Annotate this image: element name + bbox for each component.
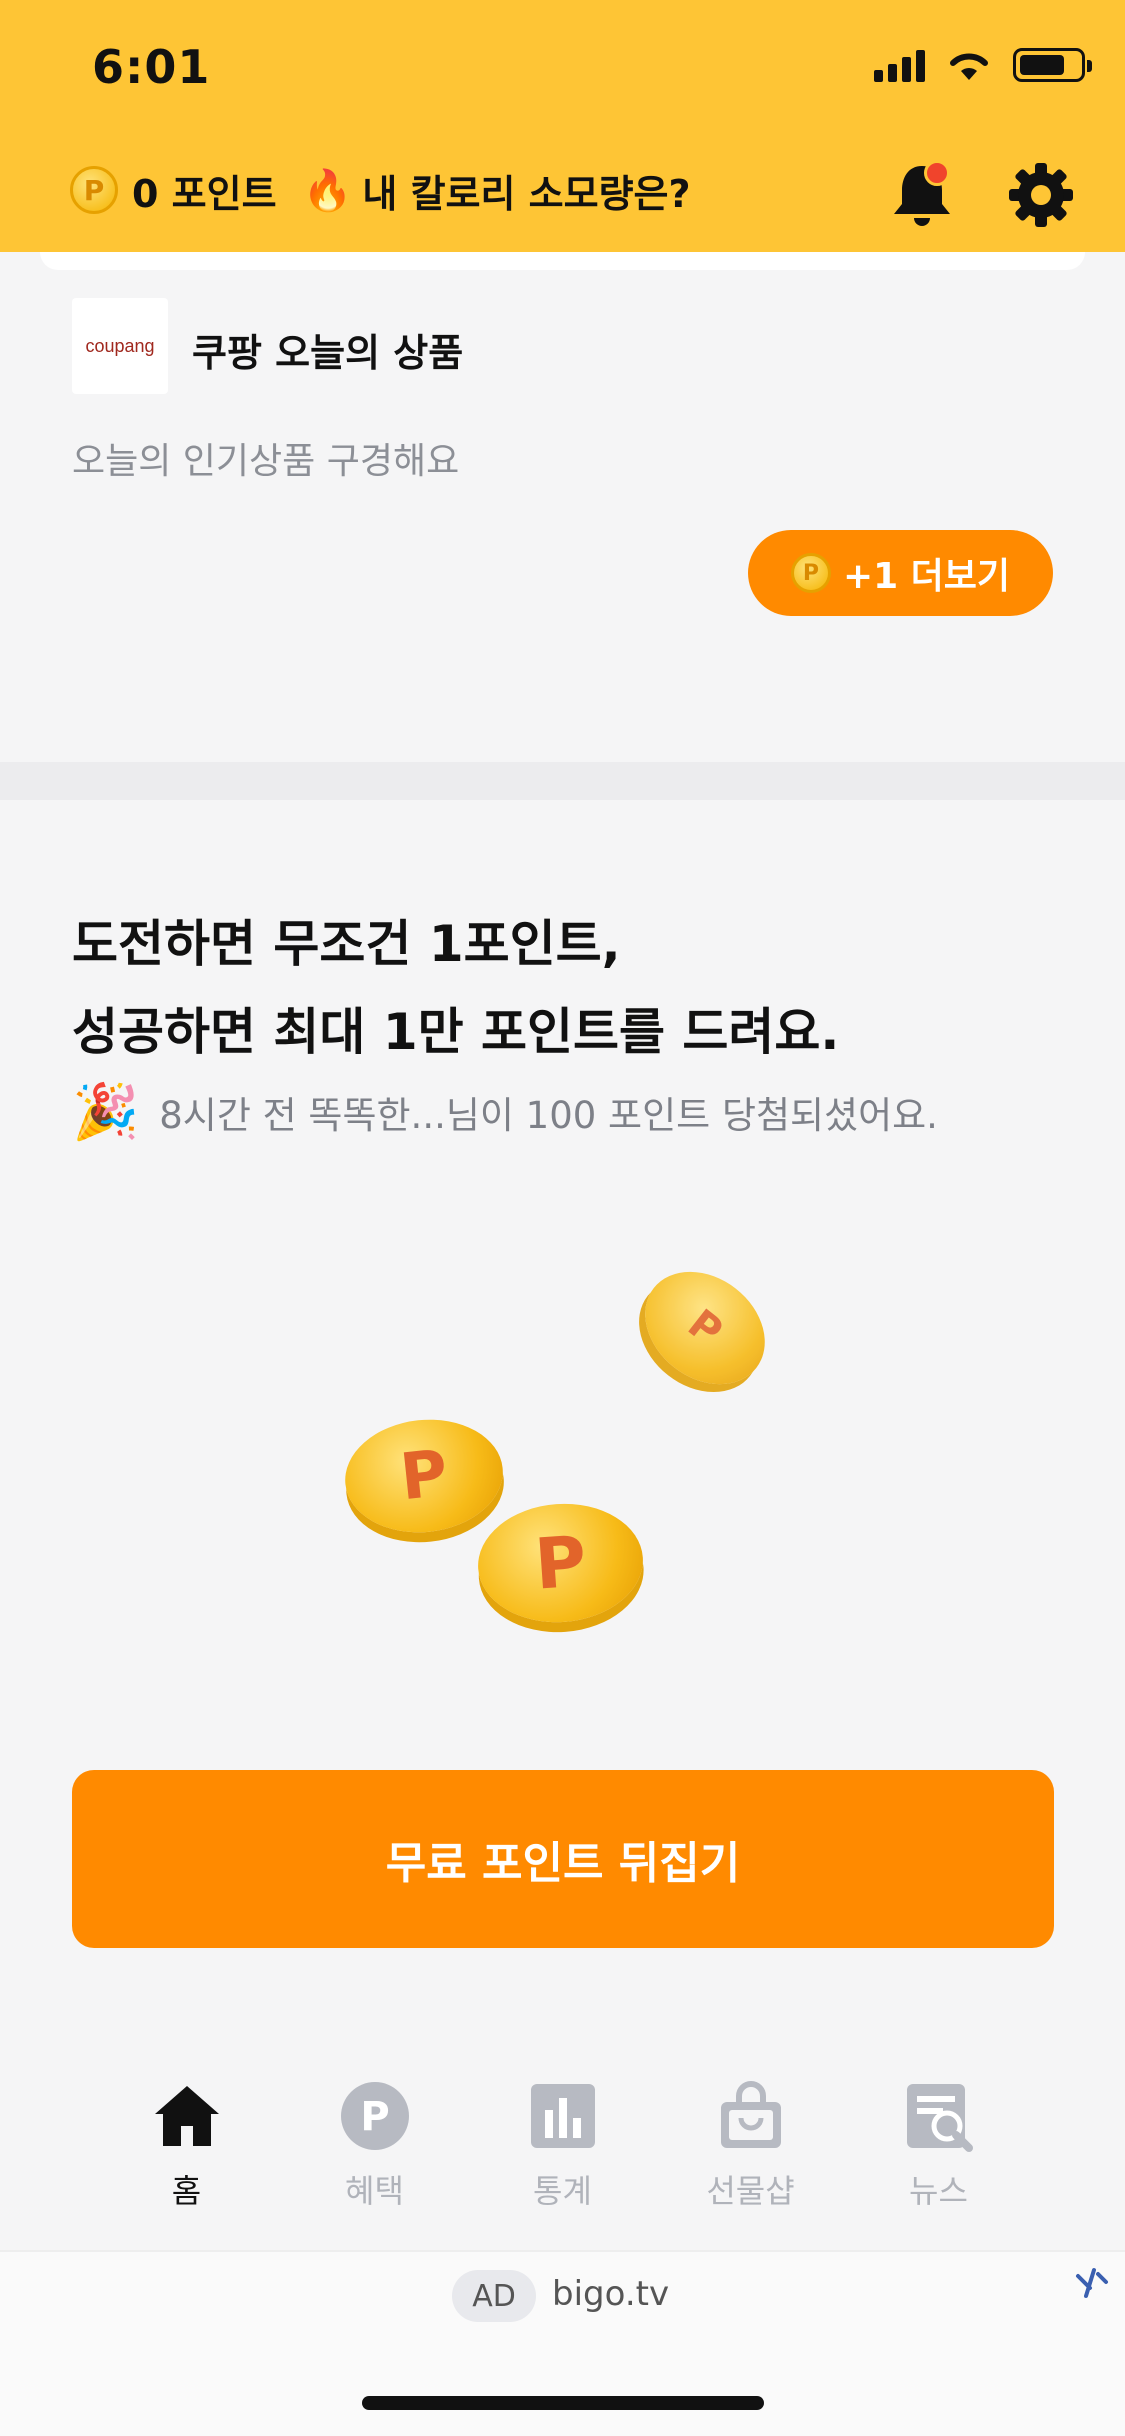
winner-text: 8시간 전 똑똑한...님이 100 포인트 당첨되셨어요. xyxy=(159,1094,938,1137)
challenge-title: 도전하면 무조건 1포인트, 성공하면 최대 1만 포인트를 드려요. xyxy=(72,900,839,1076)
svg-text:P: P xyxy=(360,2094,389,2140)
news-icon xyxy=(906,2084,973,2152)
coupang-logo: coupang xyxy=(72,298,168,394)
tab-label: 혜택 xyxy=(345,2172,404,2210)
notification-badge xyxy=(924,160,950,186)
ad-text[interactable]: bigo.tv xyxy=(552,2274,669,2314)
status-time: 6:01 xyxy=(92,40,211,94)
section-divider xyxy=(0,762,1125,800)
coin-image: P xyxy=(474,1498,647,1628)
points-label[interactable]: 0 포인트 xyxy=(132,163,277,218)
tab-home[interactable]: 홈 xyxy=(122,2080,252,2250)
coin-image: P xyxy=(339,1412,509,1540)
tab-label: 통계 xyxy=(533,2172,592,2210)
home-icon xyxy=(154,2086,219,2146)
point-coin-icon: P xyxy=(70,166,118,214)
ad-choices-icon[interactable] xyxy=(1072,2262,1112,2302)
tab-stats[interactable]: 통계 xyxy=(498,2080,628,2250)
tab-label: 홈 xyxy=(171,2172,202,2210)
shopping-bag-icon xyxy=(720,2081,781,2148)
tab-gift-shop[interactable]: 선물샵 xyxy=(686,2080,816,2250)
home-indicator xyxy=(362,2396,764,2410)
party-popper-icon: 🎉 xyxy=(72,1080,140,1143)
more-button[interactable]: P +1 더보기 xyxy=(748,530,1053,616)
status-icons xyxy=(874,48,1092,82)
wifi-icon xyxy=(950,53,988,80)
points-bar[interactable]: P 0 포인트 🔥 내 칼로리 소모량은? xyxy=(70,160,691,220)
bottom-tab-bar: 홈 P 혜택 통계 선물샵 뉴스 xyxy=(0,2080,1125,2250)
ad-tag: AD xyxy=(452,2270,536,2322)
settings-gear-icon[interactable] xyxy=(1008,162,1074,228)
app-header: 6:01 P 0 포인트 🔥 내 칼로리 소모량은? xyxy=(0,0,1125,252)
tab-label: 선물샵 xyxy=(706,2172,795,2210)
tab-benefits[interactable]: P 혜택 xyxy=(310,2080,440,2250)
calorie-link[interactable]: 내 칼로리 소모량은? xyxy=(362,163,690,218)
coupang-card-title: 쿠팡 오늘의 상품 xyxy=(192,331,464,375)
signal-icon xyxy=(874,48,925,82)
tab-news[interactable]: 뉴스 xyxy=(874,2080,1004,2250)
coupang-card-description: 오늘의 인기상품 구경해요 xyxy=(72,441,460,482)
winner-notice: 🎉 8시간 전 똑똑한...님이 100 포인트 당첨되셨어요. xyxy=(72,1080,938,1144)
more-button-label: +1 더보기 xyxy=(842,556,1011,597)
tab-label: 뉴스 xyxy=(909,2172,968,2210)
card-edge xyxy=(40,252,1085,270)
flip-points-button[interactable]: 무료 포인트 뒤집기 xyxy=(72,1770,1054,1948)
point-icon: P xyxy=(340,2082,409,2150)
point-coin-icon: P xyxy=(790,553,831,593)
battery-icon xyxy=(1013,48,1092,82)
chart-icon xyxy=(530,2084,595,2148)
coin-image: P xyxy=(622,1248,788,1408)
challenge-title-line1: 도전하면 무조건 1포인트, xyxy=(72,915,621,973)
flame-icon: 🔥 xyxy=(302,167,353,214)
challenge-title-line2: 성공하면 최대 1만 포인트를 드려요. xyxy=(72,1003,840,1061)
